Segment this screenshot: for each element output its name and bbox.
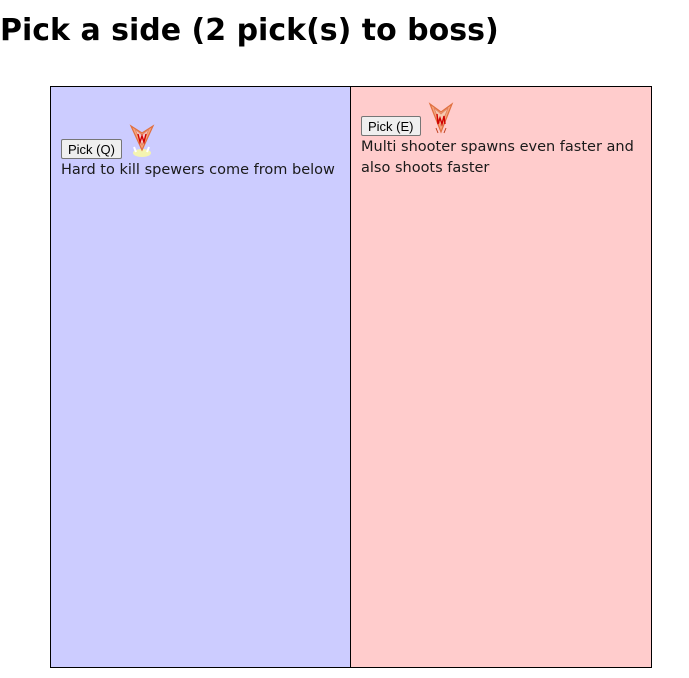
left-side-panel[interactable]: Pick (Q) Hard to kill spewers come from … [51,87,351,667]
page-title: Pick a side (2 pick(s) to boss) [0,13,499,48]
left-description: Hard to kill spewers come from below [61,162,335,178]
left-option: Pick (Q) Hard to kill spewers come from … [61,123,341,181]
multi-shooter-enemy-icon [428,102,453,134]
right-description: Multi shooter spawns even faster and als… [361,139,634,176]
right-side-panel[interactable]: Pick (E) Multi shooter spawns even faste… [351,87,651,667]
spewer-enemy-icon [129,124,155,157]
right-option: Pick (E) Multi shooter spawns even faste… [361,102,641,179]
pick-q-button[interactable]: Pick (Q) [61,139,122,159]
side-picker: Pick (Q) Hard to kill spewers come from … [50,86,652,668]
pick-e-button[interactable]: Pick (E) [361,116,421,136]
